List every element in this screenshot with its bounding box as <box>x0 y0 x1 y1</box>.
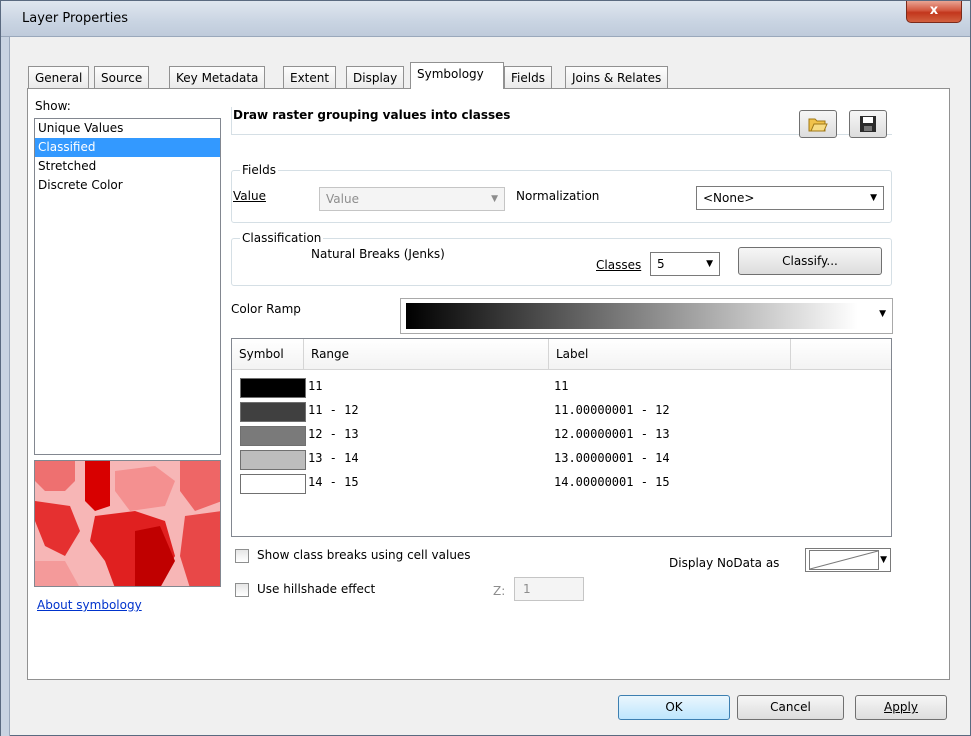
ok-button[interactable]: OK <box>618 695 730 720</box>
show-list[interactable]: Unique Values Classified Stretched Discr… <box>34 118 221 455</box>
classification-method: Natural Breaks (Jenks) <box>311 247 445 261</box>
range-cell[interactable]: 11 <box>308 379 322 393</box>
show-class-breaks-checkbox[interactable] <box>235 549 249 563</box>
label-cell[interactable]: 13.00000001 - 14 <box>554 451 670 465</box>
window-frame-left <box>1 37 10 736</box>
window-title: Layer Properties <box>22 11 129 26</box>
table-row[interactable]: 12 - 13 12.00000001 - 13 <box>232 424 891 448</box>
show-item-unique-values[interactable]: Unique Values <box>35 119 220 138</box>
close-button[interactable]: x <box>906 1 962 23</box>
z-factor-input[interactable]: 1 <box>514 577 584 601</box>
normalization-label: Normalization <box>516 189 600 203</box>
classes-selected: 5 <box>657 257 665 271</box>
label-cell[interactable]: 11 <box>554 379 568 393</box>
show-item-classified[interactable]: Classified <box>35 138 220 157</box>
value-label: Value <box>233 189 266 203</box>
tab-fields[interactable]: Fields <box>504 66 552 88</box>
label-cell[interactable]: 14.00000001 - 15 <box>554 475 670 489</box>
color-ramp-swatch <box>406 303 858 329</box>
range-cell[interactable]: 11 - 12 <box>308 403 359 417</box>
table-row[interactable]: 11 - 12 11.00000001 - 12 <box>232 400 891 424</box>
symbol-swatch[interactable] <box>240 474 306 494</box>
normalization-selected: <None> <box>703 191 755 205</box>
nodata-label: Display NoData as <box>669 556 780 570</box>
color-ramp-select[interactable]: ▼ <box>400 298 893 334</box>
show-item-discrete-color[interactable]: Discrete Color <box>35 176 220 195</box>
header-label[interactable]: Label <box>549 339 791 370</box>
show-item-stretched[interactable]: Stretched <box>35 157 220 176</box>
show-label: Show: <box>35 99 71 113</box>
z-label: Z: <box>493 584 506 598</box>
tab-symbology[interactable]: Symbology <box>410 62 504 89</box>
range-cell[interactable]: 13 - 14 <box>308 451 359 465</box>
table-row[interactable]: 14 - 15 14.00000001 - 15 <box>232 472 891 496</box>
nodata-color-select[interactable]: ▼ <box>805 548 891 572</box>
tab-extent[interactable]: Extent <box>283 66 337 88</box>
chevron-down-icon: ▼ <box>870 193 877 203</box>
header-symbol[interactable]: Symbol <box>232 339 304 370</box>
about-symbology-link[interactable]: About symbology <box>37 598 142 612</box>
value-field-selected: Value <box>326 192 359 206</box>
chevron-down-icon: ▼ <box>879 309 886 319</box>
header-range[interactable]: Range <box>304 339 549 370</box>
label-cell[interactable]: 12.00000001 - 13 <box>554 427 670 441</box>
apply-button[interactable]: Apply <box>855 695 947 720</box>
symbol-swatch[interactable] <box>240 378 306 398</box>
symbology-preview-image <box>34 460 221 587</box>
normalization-select[interactable]: <None> ▼ <box>696 186 884 210</box>
floppy-disk-icon <box>859 116 877 136</box>
classes-label: Classes <box>596 258 642 272</box>
folder-open-icon <box>808 118 828 136</box>
tab-joins-relates[interactable]: Joins & Relates <box>565 66 669 88</box>
classify-button[interactable]: Classify... <box>738 247 882 275</box>
table-header: Symbol Range Label <box>232 339 891 370</box>
hillshade-checkbox[interactable] <box>235 583 249 597</box>
color-ramp-label: Color Ramp <box>231 302 301 316</box>
tab-key-metadata[interactable]: Key Metadata <box>169 66 266 88</box>
value-field-select[interactable]: Value ▼ <box>319 187 505 211</box>
save-button[interactable] <box>849 110 887 138</box>
classes-select[interactable]: 5 ▼ <box>650 252 720 276</box>
range-cell[interactable]: 14 - 15 <box>308 475 359 489</box>
label-cell[interactable]: 11.00000001 - 12 <box>554 403 670 417</box>
renderer-heading: Draw raster grouping values into classes <box>233 108 511 122</box>
table-row[interactable]: 13 - 14 13.00000001 - 14 <box>232 448 891 472</box>
import-button[interactable] <box>799 110 837 138</box>
chevron-down-icon: ▼ <box>491 194 498 204</box>
no-color-swatch-icon <box>809 550 879 570</box>
hillshade-label: Use hillshade effect <box>257 582 376 596</box>
title-bar[interactable]: Layer Properties x <box>1 1 970 37</box>
classification-group-title: Classification <box>240 231 324 245</box>
tab-display[interactable]: Display <box>346 66 405 88</box>
table-row[interactable]: 11 11 <box>232 376 891 400</box>
symbol-swatch[interactable] <box>240 450 306 470</box>
chevron-down-icon: ▼ <box>706 259 713 269</box>
symbol-swatch[interactable] <box>240 402 306 422</box>
range-cell[interactable]: 12 - 13 <box>308 427 359 441</box>
fields-group-title: Fields <box>240 163 278 177</box>
cancel-button[interactable]: Cancel <box>737 695 844 720</box>
class-table[interactable]: Symbol Range Label 11 11 11 - 12 11.0000… <box>231 338 892 537</box>
show-class-breaks-label: Show class breaks using cell values <box>257 548 471 562</box>
chevron-down-icon: ▼ <box>880 555 887 565</box>
tab-general[interactable]: General <box>28 66 90 88</box>
tab-source[interactable]: Source <box>94 66 150 88</box>
symbol-swatch[interactable] <box>240 426 306 446</box>
